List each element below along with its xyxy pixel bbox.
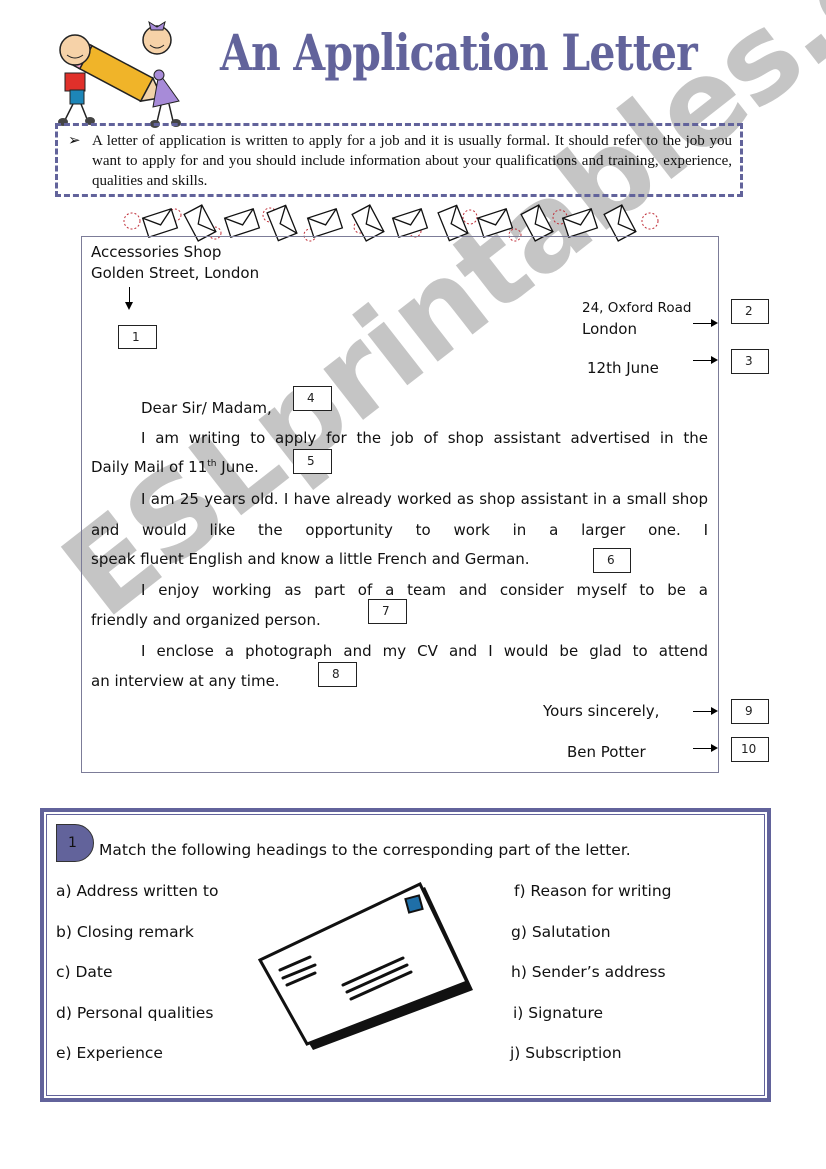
arrow-right-icon: [693, 744, 718, 752]
answer-box-2[interactable]: 2: [731, 299, 769, 324]
paragraph-text: June.: [216, 458, 259, 476]
closing-remark: Yours sincerely,: [543, 702, 660, 720]
arrow-bullet-icon: ➢: [68, 133, 81, 149]
heading-option-h: h) Sender’s address: [511, 963, 666, 981]
heading-option-e: e) Experience: [56, 1044, 163, 1062]
letter-paragraph-1-line1: I am writing to apply for the job of sho…: [141, 429, 708, 447]
answer-box-7[interactable]: 7: [368, 599, 407, 624]
superscript: th: [207, 459, 217, 469]
answer-box-6[interactable]: 6: [593, 548, 631, 573]
letter-paragraph-1-line2: Daily Mail of 11th June.: [91, 458, 259, 476]
paragraph-text: Daily Mail of 11: [91, 458, 208, 476]
letter-date: 12th June: [587, 359, 659, 377]
signature: Ben Potter: [567, 743, 646, 761]
answer-box-9[interactable]: 9: [731, 699, 769, 724]
recipient-address-line: Golden Street, London: [91, 264, 260, 282]
answer-box-5[interactable]: 5: [293, 449, 332, 474]
letter-paragraph-4-last: an interview at any time.: [91, 672, 280, 690]
intro-text: A letter of application is written to ap…: [92, 133, 732, 189]
answer-box-4[interactable]: 4: [293, 386, 332, 411]
salutation: Dear Sir/ Madam,: [141, 399, 272, 417]
exercise-number-badge: 1: [56, 824, 94, 862]
arrow-right-icon: [693, 356, 718, 364]
sender-address-line: 24, Oxford Road: [582, 300, 692, 316]
answer-box-8[interactable]: 8: [318, 662, 357, 687]
heading-option-j: j) Subscription: [510, 1044, 622, 1062]
arrow-right-icon: [693, 707, 718, 715]
heading-option-d: d) Personal qualities: [56, 1004, 214, 1022]
heading-option-a: a) Address written to: [56, 882, 219, 900]
heading-option-i: i) Signature: [513, 1004, 604, 1022]
heading-option-c: c) Date: [56, 963, 113, 981]
page-title: An Application Letter: [220, 23, 698, 82]
heading-option-b: b) Closing remark: [56, 923, 194, 941]
sender-address-line: London: [582, 320, 637, 338]
arrow-right-icon: [693, 319, 718, 327]
letter-paragraph-3-last: friendly and organized person.: [91, 611, 321, 629]
recipient-address-line: Accessories Shop: [91, 243, 222, 261]
envelope-illustration: [257, 882, 473, 1050]
letter-paragraph-2: I am 25 years old. I have already worked…: [91, 490, 708, 539]
heading-option-f: f) Reason for writing: [514, 882, 672, 900]
heading-option-g: g) Salutation: [511, 923, 611, 941]
letter-paragraph-2-last: speak fluent English and know a little F…: [91, 550, 530, 568]
answer-box-10[interactable]: 10: [731, 737, 769, 762]
kids-pencil-illustration: [58, 20, 181, 128]
answer-box-3[interactable]: 3: [731, 349, 769, 374]
letter-paragraph-4: I enclose a photograph and my CV and I w…: [141, 642, 708, 660]
exercise-instruction: Match the following headings to the corr…: [99, 841, 631, 859]
answer-box-1[interactable]: 1: [118, 325, 157, 349]
arrowhead-icon: [125, 302, 133, 310]
